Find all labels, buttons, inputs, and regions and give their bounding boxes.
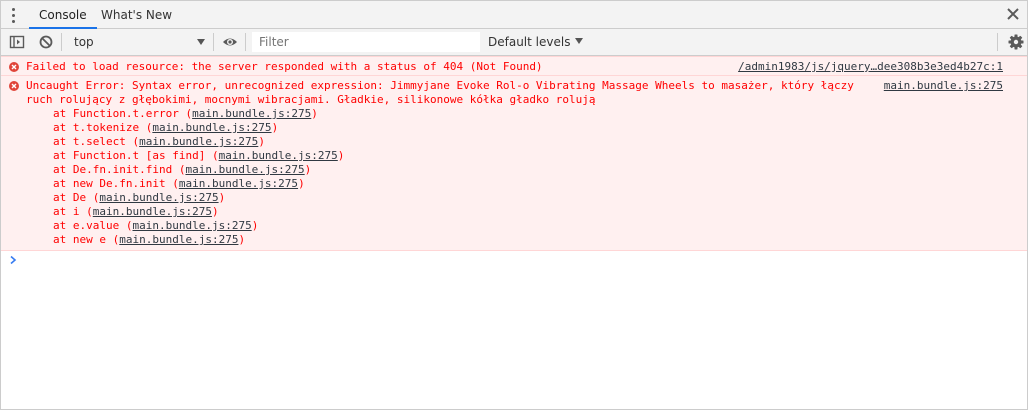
eye-icon[interactable]: [222, 34, 238, 50]
stack-frame-link[interactable]: main.bundle.js:275: [119, 233, 238, 246]
devtools-panel: Console What's New top Defaul: [0, 0, 1028, 410]
stack-frame-text: at i (: [53, 205, 93, 218]
toolbar-divider: [61, 33, 62, 51]
stack-frame-link[interactable]: main.bundle.js:275: [132, 219, 251, 232]
stack-frame-close: ): [251, 219, 259, 232]
stack-frame: at t.select (main.bundle.js:275): [53, 135, 344, 149]
stack-frame-text: at new e (: [53, 233, 120, 246]
chevron-right-icon: [10, 255, 17, 265]
gear-icon[interactable]: [1008, 34, 1024, 50]
stack-frame: at new De.fn.init (main.bundle.js:275): [53, 177, 344, 191]
kebab-menu-icon[interactable]: [11, 7, 17, 23]
source-link[interactable]: /admin1983/js/jquery…dee308b3e3ed4b27c:1: [738, 60, 1003, 74]
error-message-text: Uncaught Error: Syntax error, unrecogniz…: [26, 79, 854, 106]
log-levels-dropdown[interactable]: Default levels: [488, 29, 584, 55]
stack-frame-link[interactable]: main.bundle.js:275: [139, 135, 258, 148]
stack-frame: at t.tokenize (main.bundle.js:275): [53, 121, 344, 135]
console-prompt[interactable]: [1, 251, 1027, 272]
stack-frame-close: ): [211, 205, 219, 218]
close-icon[interactable]: [1005, 6, 1021, 22]
tab-console[interactable]: Console: [29, 1, 97, 29]
stack-frame-text: at e.value (: [53, 219, 133, 232]
source-link[interactable]: main.bundle.js:275: [884, 79, 1003, 93]
stack-frame: at new e (main.bundle.js:275): [53, 233, 344, 247]
stack-frame-close: ): [218, 191, 226, 204]
stack-frame-text: at De.fn.init.find (: [53, 163, 186, 176]
stack-frame-link[interactable]: main.bundle.js:275: [192, 107, 311, 120]
sidebar-toggle-icon[interactable]: [9, 34, 25, 50]
stack-trace: at Function.t.error (main.bundle.js:275)…: [53, 107, 344, 247]
console-input[interactable]: [26, 252, 1020, 272]
toolbar-divider: [997, 33, 998, 51]
error-icon: [9, 81, 19, 91]
error-icon: [9, 62, 19, 72]
console-error-message: Failed to load resource: the server resp…: [1, 56, 1027, 76]
stack-frame-link[interactable]: main.bundle.js:275: [179, 177, 298, 190]
stack-frame-text: at new De.fn.init (: [53, 177, 179, 190]
stack-frame-link[interactable]: main.bundle.js:275: [219, 149, 338, 162]
stack-frame-link[interactable]: main.bundle.js:275: [152, 121, 271, 134]
stack-frame-close: ): [258, 135, 265, 148]
stack-frame: at De (main.bundle.js:275): [53, 191, 344, 205]
stack-frame-text: at t.tokenize (: [53, 121, 153, 134]
stack-frame: at Function.t [as find] (main.bundle.js:…: [53, 149, 344, 163]
console-error-message: Uncaught Error: Syntax error, unrecogniz…: [1, 76, 1027, 251]
stack-frame-text: at De (: [53, 191, 100, 204]
stack-frame: at i (main.bundle.js:275): [53, 205, 344, 219]
tab-whats-new[interactable]: What's New: [101, 1, 172, 28]
log-levels-label: Default levels: [488, 35, 571, 49]
stack-frame-close: ): [238, 233, 246, 246]
console-messages: Failed to load resource: the server resp…: [1, 56, 1027, 251]
console-toolbar: top Default levels: [1, 29, 1027, 56]
clear-console-icon[interactable]: [38, 34, 54, 50]
toolbar-divider: [245, 33, 246, 51]
context-select[interactable]: top: [66, 29, 211, 55]
filter-input[interactable]: [252, 32, 480, 52]
context-select-value: top: [74, 35, 94, 49]
stack-frame-close: ): [304, 163, 312, 176]
chevron-down-icon: [575, 38, 584, 44]
stack-frame-close: ): [337, 149, 345, 162]
stack-frame-text: at Function.t.error (: [53, 107, 193, 120]
stack-frame-close: ): [298, 177, 305, 190]
stack-frame-link[interactable]: main.bundle.js:275: [93, 205, 212, 218]
drawer-tab-bar: Console What's New: [1, 1, 1027, 29]
toolbar-divider: [213, 33, 214, 51]
stack-frame-text: at Function.t [as find] (: [53, 149, 219, 162]
chevron-down-icon: [197, 39, 205, 45]
stack-frame: at e.value (main.bundle.js:275): [53, 219, 344, 233]
stack-frame-link[interactable]: main.bundle.js:275: [99, 191, 218, 204]
error-message-text: Failed to load resource: the server resp…: [26, 60, 543, 73]
stack-frame-link[interactable]: main.bundle.js:275: [185, 163, 304, 176]
stack-frame-close: ): [311, 107, 318, 120]
stack-frame: at Function.t.error (main.bundle.js:275): [53, 107, 344, 121]
stack-frame: at De.fn.init.find (main.bundle.js:275): [53, 163, 344, 177]
stack-frame-close: ): [271, 121, 279, 134]
stack-frame-text: at t.select (: [53, 135, 140, 148]
